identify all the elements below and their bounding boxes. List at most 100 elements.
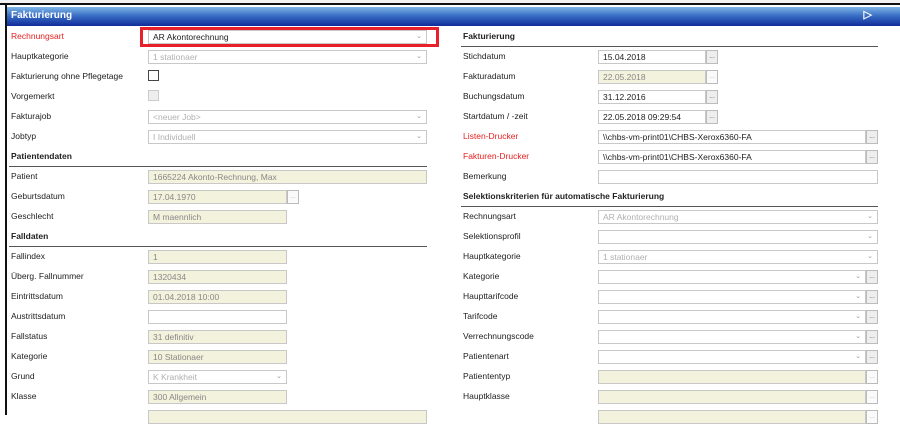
listen-drucker-picker-button[interactable]: ...	[866, 130, 878, 144]
form-row: Grund K Krankheit ⌄	[11, 367, 430, 387]
patiententyp-input	[598, 370, 866, 384]
form-row: Rechnungsart AR Akontorechnung ⌄	[463, 207, 881, 227]
chevron-down-icon[interactable]: ⌄	[867, 212, 873, 220]
fakturadatum-input: 22.05.2018	[598, 70, 706, 84]
chevron-down-icon[interactable]: ⌄	[867, 232, 873, 240]
hauptkategorie-value: 1 stationaer	[153, 52, 198, 62]
chevron-down-icon[interactable]: ⌄	[416, 112, 422, 120]
fallindex-label: Fallindex	[11, 251, 46, 261]
fakturen-drucker-value: \\chbs-vm-print01\CHBS-Xerox6360-FA	[603, 152, 752, 162]
window-border	[5, 5, 7, 415]
form-row: Selektionsprofil ⌄	[463, 227, 881, 247]
form-row: Geburtsdatum 17.04.1970...	[11, 187, 430, 207]
bemerkung-input[interactable]	[598, 170, 878, 184]
u-berg-fallnummer-label: Überg. Fallnummer	[11, 271, 84, 281]
form-row: Listen-Drucker \\chbs-vm-print01\CHBS-Xer…	[463, 127, 881, 147]
window-title: Fakturierung	[11, 10, 73, 21]
chevron-down-icon[interactable]: ⌄	[867, 252, 873, 260]
patientenart-select[interactable]: ⌄	[598, 350, 866, 364]
startdatum-zeit-input[interactable]: 22.05.2018 09:29:54	[598, 110, 706, 124]
haupttarifcode-picker-button[interactable]: ...	[866, 290, 878, 304]
geburtsdatum-picker-button: ...	[287, 190, 299, 204]
field-picker-button: ...	[866, 410, 878, 424]
section-heading: Fakturierung	[463, 31, 515, 41]
austrittsdatum-input[interactable]	[148, 310, 287, 324]
hauptkategorie-value: 1 stationaer	[603, 252, 648, 262]
fallstatus-label: Fallstatus	[11, 331, 48, 341]
chevron-down-icon[interactable]: ⌄	[276, 372, 282, 380]
kategorie-picker-button[interactable]: ...	[866, 270, 878, 284]
fakturen-drucker-picker-button[interactable]: ...	[866, 150, 878, 164]
fakturajob-label: Fakturajob	[11, 111, 52, 121]
stichdatum-picker-button[interactable]: ...	[706, 50, 718, 64]
selektionsprofil-select[interactable]: ⌄	[598, 230, 878, 244]
kategorie-select[interactable]: ⌄	[598, 270, 866, 284]
field-input	[598, 410, 866, 424]
window-titlebar: Fakturierung ▷	[7, 7, 900, 26]
form-row: Hauptklasse...	[463, 387, 881, 407]
patiententyp-picker-button: ...	[866, 370, 878, 384]
verrechnungscode-select[interactable]: ⌄	[598, 330, 866, 344]
section-heading: Selektionskriterien für automatische Fak…	[463, 191, 665, 201]
toolbar	[0, 0, 900, 5]
form-row: Haupttarifcode ⌄...	[463, 287, 881, 307]
eintrittsdatum-label: Eintrittsdatum	[11, 291, 63, 301]
mouse-cursor-icon: ▷	[863, 9, 872, 21]
chevron-down-icon[interactable]: ⌄	[855, 352, 861, 360]
stichdatum-input[interactable]: 15.04.2018	[598, 50, 706, 64]
form-row: Überg. Fallnummer 1320434	[11, 267, 430, 287]
haupttarifcode-select[interactable]: ⌄	[598, 290, 866, 304]
hauptkategorie-select: 1 stationaer ⌄	[598, 250, 878, 264]
chevron-down-icon[interactable]: ⌄	[855, 332, 861, 340]
patient-label: Patient	[11, 171, 38, 181]
form-row: Fakturierung	[461, 27, 881, 47]
geschlecht-label: Geschlecht	[11, 211, 54, 221]
fakturadatum-picker-button: ...	[706, 70, 718, 84]
startdatum-zeit-label: Startdatum / -zeit	[463, 111, 528, 121]
chevron-down-icon[interactable]: ⌄	[416, 52, 422, 60]
klasse-label: Klasse	[11, 391, 37, 401]
kategorie-value: 10 Stationaer	[153, 352, 204, 362]
eintrittsdatum-input: 01.04.2018 10:00	[148, 290, 287, 304]
selektionsprofil-label: Selektionsprofil	[463, 231, 521, 241]
buchungsdatum-input[interactable]: 31.12.2016	[598, 90, 706, 104]
fakturen-drucker-label: Fakturen-Drucker	[463, 151, 530, 161]
fallstatus-value: 31 definitiv	[153, 332, 194, 342]
form-row: Bemerkung	[463, 167, 881, 187]
form-row: Klasse 300 Allgemein	[11, 387, 430, 407]
startdatum-zeit-value: 22.05.2018 09:29:54	[603, 112, 681, 122]
geschlecht-input: M maennlich	[148, 210, 287, 224]
fakturierung-ohne-pflegetage-checkbox[interactable]	[148, 70, 159, 81]
form-row: Patient 1665224 Akonto-Rechnung, Max	[11, 167, 430, 187]
chevron-down-icon[interactable]: ⌄	[855, 292, 861, 300]
patient-input: 1665224 Akonto-Rechnung, Max	[148, 170, 427, 184]
hauptkategorie-select: 1 stationaer ⌄	[148, 50, 427, 64]
verrechnungscode-picker-button[interactable]: ...	[866, 330, 878, 344]
haupttarifcode-label: Haupttarifcode	[463, 291, 519, 301]
tarifcode-select[interactable]: ⌄	[598, 310, 866, 324]
buchungsdatum-picker-button[interactable]: ...	[706, 90, 718, 104]
section-heading: Falldaten	[11, 231, 49, 241]
u-berg-fallnummer-input: 1320434	[148, 270, 287, 284]
form-row: Eintrittsdatum 01.04.2018 10:00	[11, 287, 430, 307]
form-row: Vorgemerkt	[11, 87, 430, 107]
jobtyp-value: I Individuell	[153, 132, 196, 142]
chevron-down-icon[interactable]: ⌄	[855, 272, 861, 280]
patientenart-picker-button[interactable]: ...	[866, 350, 878, 364]
section-heading: Patientendaten	[11, 151, 72, 161]
form-row: Hauptkategorie 1 stationaer ⌄	[463, 247, 881, 267]
hauptkategorie-label: Hauptkategorie	[463, 251, 521, 261]
listen-drucker-input[interactable]: \\chbs-vm-print01\CHBS-Xerox6360-FA	[598, 130, 866, 144]
startdatum-zeit-picker-button[interactable]: ...	[706, 110, 718, 124]
form-row: Fallindex 1	[11, 247, 430, 267]
jobtyp-label: Jobtyp	[11, 131, 37, 141]
fakturen-drucker-input[interactable]: \\chbs-vm-print01\CHBS-Xerox6360-FA	[598, 150, 866, 164]
patientenart-label: Patientenart	[463, 351, 509, 361]
chevron-down-icon[interactable]: ⌄	[416, 132, 422, 140]
tarifcode-picker-button[interactable]: ...	[866, 310, 878, 324]
fakturajob-value: <neuer Job>	[153, 112, 201, 122]
form-row: Fakturierung ohne Pflegetage	[11, 67, 430, 87]
chevron-down-icon[interactable]: ⌄	[855, 312, 861, 320]
form-row: Stichdatum 15.04.2018...	[463, 47, 881, 67]
hauptklasse-input	[598, 390, 866, 404]
